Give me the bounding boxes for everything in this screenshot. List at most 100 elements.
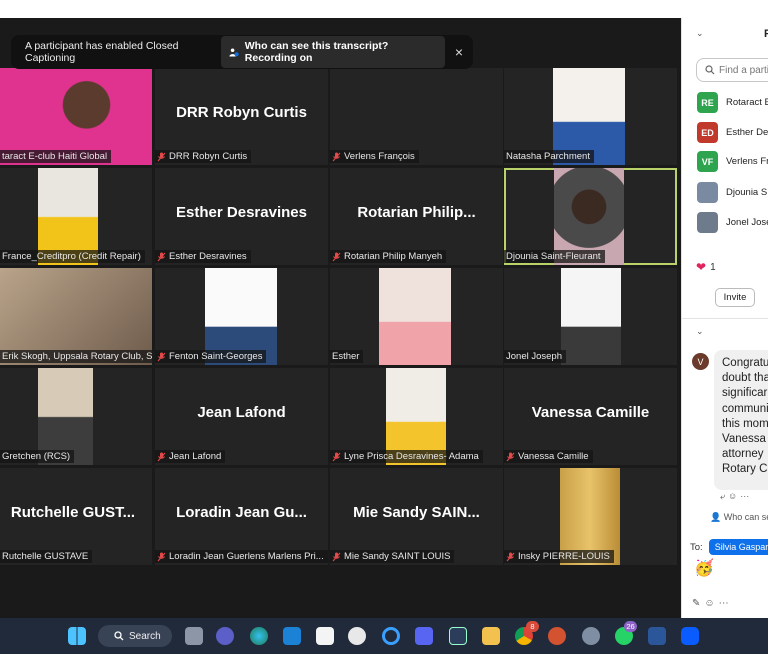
participant-tile[interactable]: Rotarian Philip... Rotarian Philip Manyeh: [330, 168, 503, 265]
edge-icon[interactable]: [250, 627, 268, 645]
discord-icon[interactable]: [415, 627, 433, 645]
chat-message-bubble: Congratu doubt tha significar communi this m…: [714, 350, 768, 490]
meeting-video-area: A participant has enabled Closed Caption…: [0, 18, 681, 618]
close-icon[interactable]: ×: [455, 44, 463, 60]
participant-tile[interactable]: DRR Robyn Curtis DRR Robyn Curtis: [155, 68, 328, 165]
word-icon[interactable]: [648, 627, 666, 645]
invite-button[interactable]: Invite: [715, 288, 755, 307]
participant-video: [561, 268, 621, 365]
dell-icon[interactable]: [348, 627, 366, 645]
avatar: [697, 212, 718, 233]
participant-list-name: Djounia S: [726, 187, 768, 198]
vpn-icon[interactable]: [449, 627, 467, 645]
participant-tile[interactable]: Jean Lafond Jean Lafond: [155, 368, 328, 465]
muted-microphone-icon: [157, 552, 166, 562]
participant-tile[interactable]: Djounia Saint-Fleurant: [504, 168, 677, 265]
participant-name-text: Lyne Prisca Desravines- Adama: [344, 451, 479, 462]
who-can-see-notice[interactable]: 👤 Who can se: [710, 512, 768, 523]
panel-divider: [682, 318, 768, 319]
participant-tile[interactable]: Rutchelle GUST... Rutchelle GUSTAVE: [0, 468, 152, 565]
message-actions[interactable]: ⤶☺⋯: [720, 491, 752, 502]
participant-name-text: taract E-club Haiti Global: [2, 151, 108, 162]
emoji-picker-icon[interactable]: ☺: [704, 598, 718, 609]
windows-start-icon[interactable]: [68, 627, 86, 645]
participant-name-label: taract E-club Haiti Global: [0, 150, 112, 163]
store-icon[interactable]: [316, 627, 334, 645]
format-icon[interactable]: ✎: [692, 598, 704, 609]
muted-microphone-icon: [332, 552, 341, 562]
more-options-icon[interactable]: ⋯: [719, 598, 733, 609]
participant-video: [379, 268, 451, 365]
powerpoint-icon[interactable]: [548, 627, 566, 645]
participant-name-label: Lyne Prisca Desravines- Adama: [330, 450, 483, 463]
task-view-icon[interactable]: [185, 627, 203, 645]
participant-name-label: France_Creditpro (Credit Repair): [0, 250, 145, 263]
emoji-icon[interactable]: ☺: [728, 491, 740, 501]
participant-name-text: Rotarian Philip Manyeh: [344, 251, 443, 262]
participant-name-label: DRR Robyn Curtis: [155, 150, 252, 163]
reaction-row: ❤ 1: [696, 260, 716, 274]
participant-name-text: Jonel Joseph: [506, 351, 562, 362]
message-sender-avatar: V: [692, 353, 709, 370]
participant-display-name: DRR Robyn Curtis: [176, 104, 307, 121]
settings-icon[interactable]: [582, 627, 600, 645]
avatar: ED: [697, 122, 718, 143]
participant-tile[interactable]: France_Creditpro (Credit Repair): [0, 168, 152, 265]
participant-tile[interactable]: Erik Skogh, Uppsala Rotary Club, S...: [0, 268, 152, 365]
participant-list-item[interactable]: Jonel Jose: [697, 212, 768, 233]
participant-name-text: Gretchen (RCS): [2, 451, 71, 462]
participant-list-name: Verlens Fr: [726, 156, 768, 167]
participant-tile[interactable]: Lyne Prisca Desravines- Adama: [330, 368, 503, 465]
participant-tile[interactable]: Verlens François: [330, 68, 503, 165]
chevron-down-icon[interactable]: ⌄: [696, 28, 704, 39]
participant-tile[interactable]: Jonel Joseph: [504, 268, 677, 365]
participant-tile[interactable]: Mie Sandy SAIN... Mie Sandy SAINT LOUIS: [330, 468, 503, 565]
message-line: this mom: [722, 417, 768, 430]
reply-icon[interactable]: ⤶: [720, 491, 728, 501]
participant-name-label: Jean Lafond: [155, 450, 226, 463]
participant-search-input[interactable]: Find a partic: [696, 58, 768, 82]
participant-display-name: Mie Sandy SAIN...: [353, 504, 480, 521]
participant-name-text: Insky PIERRE-LOUIS: [518, 551, 610, 562]
muted-microphone-icon: [332, 452, 341, 462]
recipient-dropdown[interactable]: Silvia Gaspard: [708, 539, 768, 555]
participant-name-label: Rotarian Philip Manyeh: [330, 250, 447, 263]
participant-tile[interactable]: Fenton Saint-Georges: [155, 268, 328, 365]
muted-microphone-icon: [506, 452, 515, 462]
participant-name-label: Fenton Saint-Georges: [155, 350, 267, 363]
teams-icon[interactable]: [216, 627, 234, 645]
cortana-icon[interactable]: [382, 627, 400, 645]
participant-name-text: Jean Lafond: [169, 451, 222, 462]
zoom-icon[interactable]: [681, 627, 699, 645]
mail-icon[interactable]: [283, 627, 301, 645]
participant-list-item[interactable]: Djounia S: [697, 182, 767, 203]
taskbar-search[interactable]: Search: [98, 625, 172, 647]
participant-tile[interactable]: Insky PIERRE-LOUIS: [504, 468, 677, 565]
participant-name-text: Verlens François: [344, 151, 415, 162]
transcript-visibility-button[interactable]: Who can see this transcript? Recording o…: [220, 36, 445, 68]
participant-name-text: Loradin Jean Guerlens Marlens Pri...: [169, 551, 324, 562]
caption-message: A participant has enabled Closed Caption…: [25, 40, 179, 64]
participant-tile[interactable]: Vanessa Camille Vanessa Camille: [504, 368, 677, 465]
participant-list-item[interactable]: VF Verlens Fr: [697, 151, 768, 172]
participant-list-name: Rotaract E: [726, 97, 768, 108]
participant-tile[interactable]: Esther Desravines Esther Desravines: [155, 168, 328, 265]
heart-icon: ❤: [696, 260, 707, 274]
participant-tile[interactable]: Natasha Parchment: [504, 68, 677, 165]
participant-list-item[interactable]: RE Rotaract E: [697, 92, 768, 113]
participant-display-name: Vanessa Camille: [531, 404, 650, 421]
participant-tile[interactable]: Loradin Jean Gu... Loradin Jean Guerlens …: [155, 468, 328, 565]
participant-tile[interactable]: taract E-club Haiti Global: [0, 68, 152, 165]
participant-list-item[interactable]: ED Esther Des: [697, 122, 768, 143]
more-icon[interactable]: ⋯: [740, 491, 752, 501]
participant-tile[interactable]: Esther: [330, 268, 503, 365]
emoji-reaction-icon: 🥳: [694, 560, 714, 577]
participant-name-label: Djounia Saint-Fleurant: [504, 250, 605, 263]
participant-name-label: Rutchelle GUSTAVE: [0, 550, 93, 563]
muted-microphone-icon: [332, 252, 341, 262]
participant-tile[interactable]: Gretchen (RCS): [0, 368, 152, 465]
file-explorer-icon[interactable]: [482, 627, 500, 645]
windows-taskbar: Search 8 26: [0, 618, 768, 654]
chat-chevron-down-icon[interactable]: ⌄: [696, 326, 704, 337]
chat-tools[interactable]: ✎☺⋯: [692, 598, 733, 609]
